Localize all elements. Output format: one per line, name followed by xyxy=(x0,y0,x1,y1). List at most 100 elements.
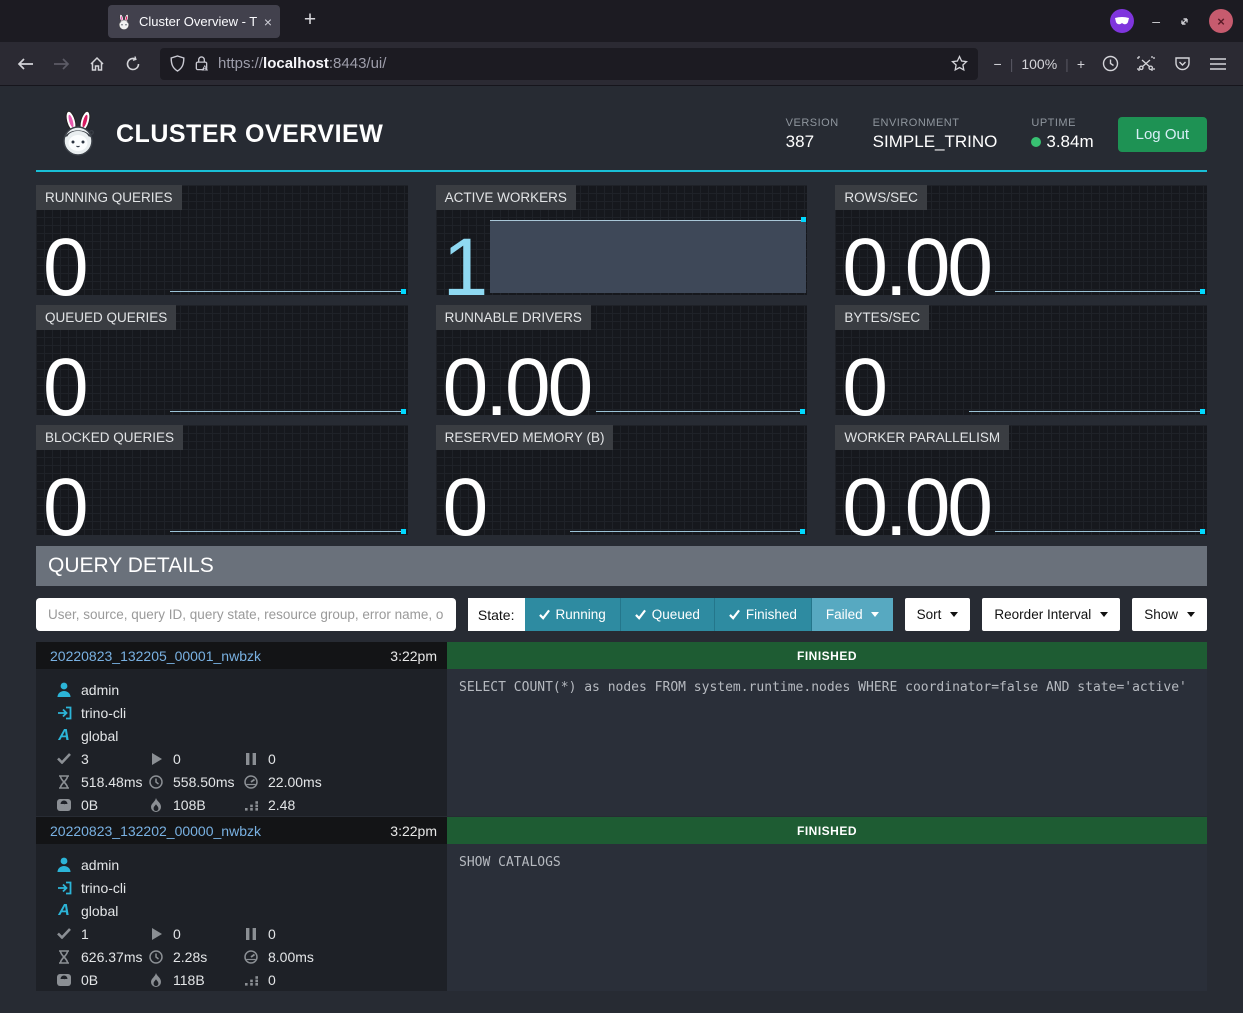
queued-splits-icon xyxy=(246,928,256,940)
sort-dropdown[interactable]: Sort xyxy=(905,598,971,631)
check-icon xyxy=(635,609,646,620)
query-search-input[interactable] xyxy=(36,598,456,631)
trino-bunny-logo xyxy=(58,111,98,157)
tracking-shield-icon[interactable] xyxy=(170,55,185,72)
reload-icon[interactable] xyxy=(118,49,148,79)
zoom-in-button[interactable]: + xyxy=(1077,56,1085,72)
wall-time-hourglass-icon xyxy=(58,775,70,789)
query-status-badge: FINISHED xyxy=(447,642,1207,669)
tile-worker-parallelism: WORKER PARALLELISM 0.00 xyxy=(835,425,1207,535)
current-memory-icon xyxy=(57,799,71,811)
completed-splits-icon xyxy=(57,928,71,939)
uptime-meta: UPTIME 3.84m xyxy=(1031,117,1093,152)
back-icon[interactable] xyxy=(10,49,40,79)
app-header: CLUSTER OVERVIEW VERSION 387 ENVIRONMENT… xyxy=(36,100,1207,172)
source-icon xyxy=(57,881,72,895)
bookmark-star-icon[interactable] xyxy=(951,55,968,72)
filter-finished-button[interactable]: Finished xyxy=(715,598,812,631)
pocket-icon[interactable] xyxy=(1167,49,1197,79)
tile-reserved-memory: RESERVED MEMORY (B) 0 xyxy=(436,425,808,535)
query-row: 20220823_132202_00000_nwbzk 3:22pm FINIS… xyxy=(36,817,1207,989)
browser-toolbar: https://localhost:8443/ui/ − | 100% | + xyxy=(0,42,1243,86)
window-maximize-button[interactable] xyxy=(1178,15,1191,28)
query-user: admin xyxy=(81,682,119,698)
browser-tab[interactable]: Cluster Overview - Trino × xyxy=(108,5,280,38)
query-resource-group: global xyxy=(81,903,118,919)
tile-running-queries: RUNNING QUERIES 0 xyxy=(36,185,408,295)
tile-rows-sec: ROWS/SEC 0.00 xyxy=(835,185,1207,295)
tab-close-icon[interactable]: × xyxy=(264,14,272,30)
user-icon xyxy=(57,857,71,872)
cpu-time-clock-icon xyxy=(149,950,163,964)
new-tab-button[interactable]: + xyxy=(296,8,324,32)
menu-hamburger-icon[interactable] xyxy=(1203,49,1233,79)
query-sql-preview: SHOW CATALOGS xyxy=(447,844,1207,991)
page-title: CLUSTER OVERVIEW xyxy=(116,120,786,149)
query-id-link[interactable]: 20220823_132205_00001_nwbzk xyxy=(50,648,390,664)
window-minimize-button[interactable]: – xyxy=(1152,13,1160,29)
source-icon xyxy=(57,706,72,720)
version-value: 387 xyxy=(786,132,839,152)
sparkline xyxy=(170,411,405,412)
screenshot-scissors-icon[interactable] xyxy=(1131,49,1161,79)
filter-failed-dropdown[interactable]: Failed xyxy=(812,598,893,631)
peak-memory-flame-icon xyxy=(150,798,162,812)
chevron-down-icon xyxy=(1100,612,1108,617)
zoom-level[interactable]: 100% xyxy=(1021,56,1057,72)
private-browsing-icon xyxy=(1110,9,1134,33)
environment-meta: ENVIRONMENT SIMPLE_TRINO xyxy=(873,117,998,152)
execution-time-gauge-icon xyxy=(244,775,258,789)
uptime-status-dot xyxy=(1031,137,1041,147)
query-sql-preview: SELECT COUNT(*) as nodes FROM system.run… xyxy=(447,669,1207,816)
cpu-time-clock-icon xyxy=(149,775,163,789)
sparkline xyxy=(995,291,1204,292)
lock-warning-icon[interactable] xyxy=(194,55,209,72)
query-source: trino-cli xyxy=(81,880,126,896)
window-close-button[interactable]: × xyxy=(1209,9,1233,33)
url-text: https://localhost:8443/ui/ xyxy=(218,55,942,72)
current-memory-icon xyxy=(57,974,71,986)
query-id-link[interactable]: 20220823_132202_00000_nwbzk xyxy=(50,823,390,839)
completed-splits-icon xyxy=(57,753,71,764)
browser-tab-bar: Cluster Overview - Trino × + – × xyxy=(0,0,1243,42)
url-bar[interactable]: https://localhost:8443/ui/ xyxy=(160,48,978,80)
filter-running-button[interactable]: Running xyxy=(525,598,621,631)
query-source: trino-cli xyxy=(81,705,126,721)
wall-time-hourglass-icon xyxy=(58,950,70,964)
tab-title: Cluster Overview - Trino xyxy=(139,14,257,29)
sparkline xyxy=(995,531,1204,532)
logout-button[interactable]: Log Out xyxy=(1118,117,1207,152)
query-user: admin xyxy=(81,857,119,873)
resource-group-icon: A xyxy=(56,902,72,920)
tile-blocked-queries: BLOCKED QUERIES 0 xyxy=(36,425,408,535)
trino-cluster-overview-page: CLUSTER OVERVIEW VERSION 387 ENVIRONMENT… xyxy=(0,86,1243,1013)
tile-active-workers: ACTIVE WORKERS 1 xyxy=(436,185,808,295)
zoom-out-button[interactable]: − xyxy=(994,56,1002,72)
tile-runnable-drivers: RUNNABLE DRIVERS 0.00 xyxy=(436,305,808,415)
check-icon xyxy=(539,609,550,620)
query-resource-group: global xyxy=(81,728,118,744)
parallelism-icon xyxy=(245,798,258,811)
sparkline-area xyxy=(490,220,807,293)
show-dropdown[interactable]: Show xyxy=(1132,598,1207,631)
history-clock-icon[interactable] xyxy=(1095,49,1125,79)
sparkline xyxy=(170,531,405,532)
query-time: 3:22pm xyxy=(390,823,437,839)
trino-favicon xyxy=(116,14,132,30)
query-filter-toolbar: State: Running Queued Finished Failed So… xyxy=(36,598,1207,631)
sparkline xyxy=(596,411,805,412)
queued-splits-icon xyxy=(246,753,256,765)
sparkline xyxy=(570,531,805,532)
running-splits-icon xyxy=(151,753,162,765)
query-details-header: QUERY DETAILS xyxy=(36,546,1207,586)
filter-queued-button[interactable]: Queued xyxy=(621,598,715,631)
forward-icon[interactable] xyxy=(46,49,76,79)
environment-value: SIMPLE_TRINO xyxy=(873,132,998,152)
home-icon[interactable] xyxy=(82,49,112,79)
stats-grid: RUNNING QUERIES 0 ACTIVE WORKERS 1 ROWS/… xyxy=(36,185,1207,535)
reorder-interval-dropdown[interactable]: Reorder Interval xyxy=(982,598,1120,631)
chevron-down-icon xyxy=(950,612,958,617)
parallelism-icon xyxy=(245,973,258,986)
uptime-value: 3.84m xyxy=(1046,132,1093,152)
sparkline xyxy=(170,291,405,292)
